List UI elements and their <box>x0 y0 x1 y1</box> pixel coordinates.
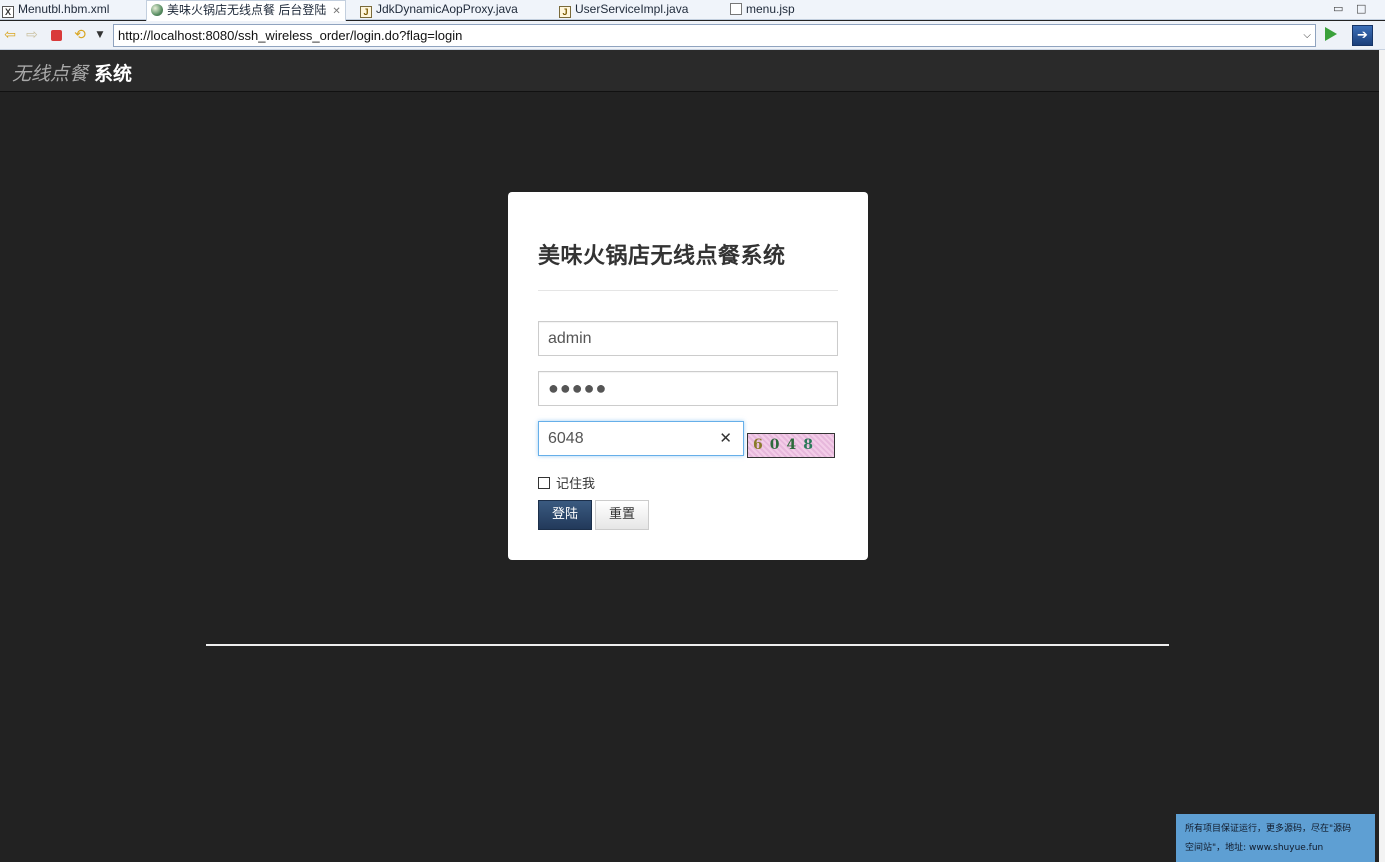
notice-line-1: 所有项目保证运行，更多源码，尽在"源码 <box>1185 824 1352 834</box>
login-title: 美味火锅店无线点餐系统 <box>538 244 786 269</box>
java-class-icon: J <box>360 6 372 18</box>
stop-icon[interactable] <box>51 30 62 41</box>
login-button[interactable]: 登陆 <box>538 500 592 530</box>
username-value: admin <box>548 330 592 347</box>
verification-code-input[interactable]: 6048 ✕ <box>538 421 744 456</box>
source-notice: 所有项目保证运行，更多源码，尽在"源码 空间站"，地址: www.shuyue.… <box>1176 814 1375 862</box>
captcha-image[interactable]: 6048 <box>747 433 835 458</box>
tab-jdk-dynamic-aop-proxy[interactable]: J JdkDynamicAopProxy.java <box>360 0 518 20</box>
minimize-icon[interactable]: ▭ <box>1333 2 1343 15</box>
navigate-icon[interactable]: ➔ <box>1352 25 1373 46</box>
window-edge <box>1379 50 1385 862</box>
brand-light-text: 无线点餐 <box>12 63 89 85</box>
browser-toolbar: ⇦ ⇨ ⟲ ▼ http://localhost:8080/ssh_wirele… <box>0 21 1385 50</box>
tab-label: JdkDynamicAopProxy.java <box>376 2 518 16</box>
username-input[interactable]: admin <box>538 321 838 356</box>
code-value: 6048 <box>548 430 584 447</box>
tab-label: 美味火锅店无线点餐 后台登陆 <box>167 3 327 17</box>
password-input[interactable]: ●●●●● <box>538 371 838 406</box>
remember-label: 记住我 <box>556 477 596 492</box>
back-arrow-icon[interactable]: ⇦ <box>2 27 18 43</box>
tab-menutbl-hbm-xml[interactable]: X Menutbl.hbm.xml <box>2 0 109 20</box>
url-text: http://localhost:8080/ssh_wireless_order… <box>118 28 463 43</box>
password-value: ●●●●● <box>548 378 608 398</box>
captcha-char: 4 <box>786 437 804 453</box>
reset-button[interactable]: 重置 <box>595 500 649 530</box>
page-navbar: 无线点餐 系统 <box>0 50 1379 92</box>
captcha-char: 6 <box>753 437 770 453</box>
remember-checkbox[interactable] <box>538 477 550 489</box>
remember-me[interactable]: 记住我 <box>538 473 595 492</box>
divider <box>538 290 838 291</box>
notice-line-2: 空间站"，地址: www.shuyue.fun <box>1185 843 1324 853</box>
tab-menu-jsp[interactable]: menu.jsp <box>730 0 795 20</box>
forward-arrow-icon[interactable]: ⇨ <box>24 27 40 43</box>
tab-login-page[interactable]: 美味火锅店无线点餐 后台登陆 ✕ <box>146 0 346 21</box>
brand-logo[interactable]: 无线点餐 系统 <box>12 59 132 86</box>
page-divider <box>206 644 1169 646</box>
login-card: 美味火锅店无线点餐系统 admin ●●●●● 6048 ✕ 6048 记住我 … <box>508 192 868 560</box>
tab-label: UserServiceImpl.java <box>575 2 689 16</box>
xml-file-icon: X <box>2 6 14 18</box>
brand-bold-text: 系统 <box>94 63 133 85</box>
jsp-file-icon <box>730 3 742 15</box>
captcha-char: 0 <box>769 437 787 453</box>
browser-globe-icon <box>151 4 163 16</box>
clear-icon[interactable]: ✕ <box>719 422 732 455</box>
chevron-down-icon[interactable]: ⌵ <box>1303 25 1311 46</box>
tab-label: Menutbl.hbm.xml <box>18 2 110 16</box>
editor-tab-bar: X Menutbl.hbm.xml 美味火锅店无线点餐 后台登陆 ✕ J JdkDyn… <box>0 0 1385 21</box>
java-class-icon: J <box>559 6 571 18</box>
tab-label: menu.jsp <box>746 2 795 16</box>
refresh-icon[interactable]: ⟲ <box>72 27 88 43</box>
captcha-char: 8 <box>803 437 820 453</box>
maximize-icon[interactable]: □ <box>1356 2 1366 15</box>
tab-user-service-impl[interactable]: J UserServiceImpl.java <box>559 0 688 20</box>
url-input[interactable]: http://localhost:8080/ssh_wireless_order… <box>113 24 1316 47</box>
go-play-icon[interactable] <box>1325 27 1337 41</box>
chevron-down-icon[interactable]: ▼ <box>92 27 108 43</box>
close-icon[interactable]: ✕ <box>332 3 340 21</box>
